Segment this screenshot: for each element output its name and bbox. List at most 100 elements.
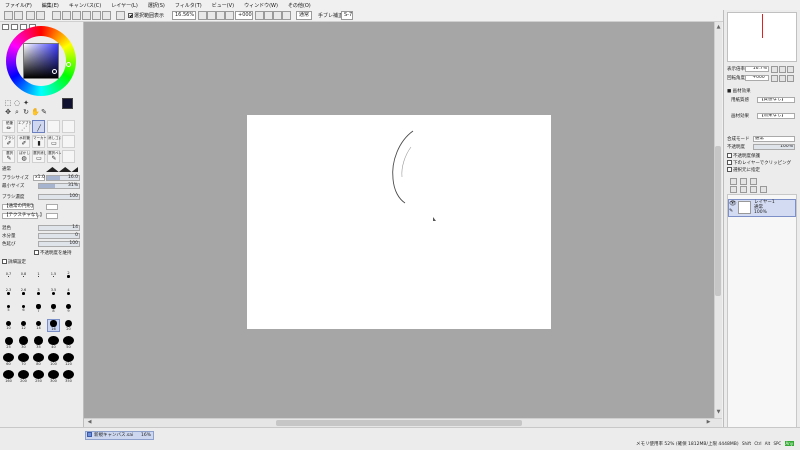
color-picker-cursor[interactable]	[52, 69, 57, 74]
zoom-icon[interactable]: ⌕	[13, 108, 21, 116]
rotate-ccw-button[interactable]	[255, 11, 264, 20]
color-wheel-tab[interactable]	[2, 24, 9, 30]
brush-size-preset[interactable]: 4	[62, 285, 75, 298]
scroll-down-icon[interactable]: ▼	[715, 409, 722, 416]
brush-size-preset[interactable]: 3.5	[47, 285, 60, 298]
brush-size-preset[interactable]: 250	[32, 370, 45, 383]
horizontal-scroll-thumb[interactable]	[276, 420, 522, 426]
brush-size-preset[interactable]: 10	[2, 319, 15, 332]
density-slider[interactable]: 100	[38, 194, 80, 200]
rotate-reset-button[interactable]	[273, 11, 282, 20]
document-tab[interactable]: 新規キャンバス.sai 16%	[85, 431, 154, 440]
rotate-icon[interactable]: ↻	[22, 108, 30, 116]
brush-size-preset[interactable]: 50	[62, 336, 75, 349]
effect-header[interactable]: ■ 画材効果	[727, 88, 797, 95]
menu-window[interactable]: ウィンドウ(W)	[239, 2, 283, 9]
brush-size-preset[interactable]: 20	[62, 319, 75, 332]
delete-layer-icon[interactable]	[760, 186, 767, 193]
undo-button[interactable]	[4, 11, 13, 20]
zoom-plus-button[interactable]	[207, 11, 216, 20]
brush-size-preset[interactable]: 6	[17, 302, 30, 315]
menu-layer[interactable]: レイヤー(L)	[106, 2, 143, 9]
brush-size-preset[interactable]: 300	[47, 370, 60, 383]
rotation-field[interactable]: +000°	[235, 11, 253, 20]
fit-view-button[interactable]	[82, 11, 91, 20]
zoom-field[interactable]: 16.56%	[172, 11, 196, 20]
brush-tool-airbrush[interactable]: エアブラシ⋰	[17, 120, 31, 133]
brush-size-preset[interactable]: 12	[17, 319, 30, 332]
flip-button[interactable]	[116, 11, 125, 20]
selection-display-checkbox[interactable]	[128, 13, 133, 18]
material-effect-select[interactable]: 【効果なし】	[757, 113, 795, 119]
brush-tool-empty[interactable]	[47, 120, 60, 133]
brush-size-preset[interactable]: 0.7	[2, 268, 15, 281]
brush-tool-select-pen[interactable]: 選択ペン ✎	[47, 150, 61, 163]
menu-canvas[interactable]: キャンバス(C)	[64, 2, 106, 9]
brush-tool-empty[interactable]	[62, 120, 75, 133]
brush-tool-marker[interactable]: マーカー ▮	[32, 135, 46, 148]
select-source-row[interactable]: 選択元に指定	[727, 167, 797, 174]
brush-size-preset[interactable]: 16	[47, 319, 60, 332]
brush-size-preset[interactable]: 1	[32, 268, 45, 281]
zoom-reset-button[interactable]	[216, 11, 225, 20]
brush-tool-blur[interactable]: ぼかし ◍	[17, 150, 30, 163]
rect-select-icon[interactable]: ⬚	[4, 99, 12, 107]
rotate-left-button[interactable]	[92, 11, 101, 20]
brush-tool-pencil[interactable]: 鉛筆 ✏	[2, 120, 15, 133]
brush-size-preset[interactable]: 8	[47, 302, 60, 315]
menu-filter[interactable]: フィルタ(T)	[170, 2, 207, 9]
brush-tool-watercolor[interactable]: 水彩筆 ✐	[17, 135, 30, 148]
shape-select[interactable]: 【通常の円形】	[2, 204, 36, 210]
nav-angle-field[interactable]: +000°	[745, 75, 769, 81]
menu-edit[interactable]: 編集(E)	[37, 2, 64, 9]
rgb-slider-tab[interactable]	[11, 24, 18, 30]
clip-below-checkbox[interactable]	[727, 160, 732, 165]
persistence-slider[interactable]: 100	[38, 241, 80, 247]
zoom-minus-button[interactable]	[198, 11, 207, 20]
visibility-eye-icon[interactable]: 👁	[729, 201, 737, 207]
deselect-button[interactable]	[26, 11, 35, 20]
move-icon[interactable]: ✥	[4, 108, 12, 116]
blend-mode-select[interactable]: 通常	[296, 11, 312, 20]
foreground-color-swatch[interactable]	[62, 98, 73, 109]
paper-texture-select[interactable]: 【質感なし】	[757, 97, 795, 103]
canvas-paper[interactable]	[247, 115, 551, 329]
brush-lock-icon[interactable]: ✎	[729, 208, 736, 214]
shape-strength[interactable]	[46, 204, 58, 210]
new-layer-icon[interactable]	[730, 178, 737, 185]
brush-size-preset[interactable]: 2.6	[17, 285, 30, 298]
advanced-settings-toggle[interactable]	[2, 259, 7, 264]
brush-size-preset[interactable]: 100	[47, 353, 60, 366]
keep-opacity-checkbox[interactable]	[34, 250, 39, 255]
brush-size-preset[interactable]: 120	[62, 353, 75, 366]
brush-size-preset[interactable]: 60	[2, 353, 15, 366]
clear-layer-icon[interactable]	[750, 186, 757, 193]
advanced-settings-row[interactable]: 詳細設定	[2, 259, 80, 266]
new-folder-icon[interactable]	[750, 178, 757, 185]
blend-slider[interactable]: 14	[38, 225, 80, 231]
brush-size-preset[interactable]: 14	[32, 319, 45, 332]
new-linework-layer-icon[interactable]	[740, 178, 747, 185]
vertical-scroll-thumb[interactable]	[715, 146, 721, 296]
brush-size-preset[interactable]: 5	[2, 302, 15, 315]
nav-zoom-out-button[interactable]	[771, 66, 778, 73]
keep-opacity-row[interactable]: 不透明度を維持	[34, 250, 80, 257]
scroll-up-icon[interactable]: ▲	[715, 24, 722, 31]
brush-size-preset[interactable]: 2.3	[2, 285, 15, 298]
magic-wand-icon[interactable]: ✦	[22, 99, 30, 107]
transfer-down-icon[interactable]	[730, 186, 737, 193]
brush-size-preset[interactable]: 35	[32, 336, 45, 349]
brush-size-preset[interactable]: 9	[62, 302, 75, 315]
clip-below-row[interactable]: 下のレイヤーでクリッピング	[727, 160, 797, 167]
zoom-out-button[interactable]	[52, 11, 61, 20]
brush-size-preset[interactable]: 3	[32, 285, 45, 298]
nav-rotate-reset-button[interactable]	[787, 75, 794, 82]
brush-size-preset[interactable]: 70	[17, 353, 30, 366]
stabilizer-select[interactable]: S-7	[341, 11, 353, 20]
brush-size-preset[interactable]: 2	[62, 268, 75, 281]
brush-size-preset[interactable]: 7	[32, 302, 45, 315]
brush-tool-empty[interactable]	[62, 135, 75, 148]
zoom-in-button[interactable]	[62, 11, 71, 20]
menu-selection[interactable]: 選択(S)	[143, 2, 170, 9]
layer-list[interactable]	[727, 194, 797, 430]
